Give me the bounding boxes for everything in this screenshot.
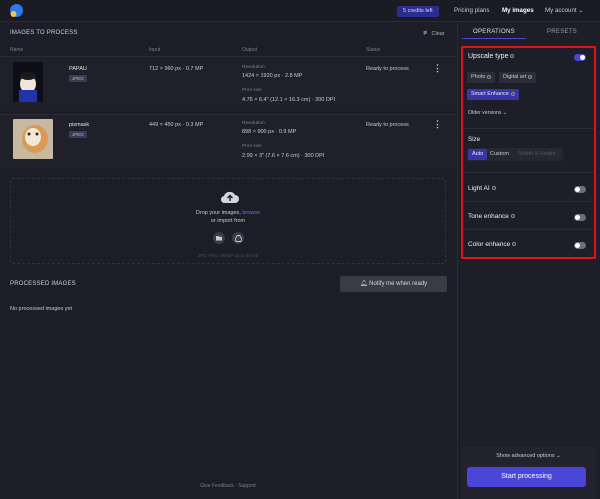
app-logo[interactable]: [9, 3, 24, 18]
cloud-upload-icon: [220, 191, 239, 204]
active-tab-indicator: [462, 38, 526, 39]
nav-my-account[interactable]: My account ⌄: [545, 7, 584, 14]
drop-text: Drop your images, browse: [195, 210, 261, 216]
print-size-label: Print size: [242, 144, 262, 149]
images-to-process-title: IMAGES TO PROCESS: [10, 30, 78, 36]
tone-enhance-label: Tone enhance: [468, 213, 515, 220]
no-processed-text: No processed images yet: [10, 306, 73, 312]
folder-icon: [216, 236, 222, 241]
divider: [463, 229, 594, 230]
column-input: Input: [149, 47, 161, 53]
input-info: 712 × 960 px · 0.7 MP: [149, 66, 204, 72]
top-bar: 5 credits left Pricing plans My images M…: [0, 0, 600, 22]
drive-import-button[interactable]: [232, 232, 244, 244]
info-icon: [487, 74, 492, 79]
clear-icon: ≢: [423, 30, 430, 37]
tab-operations[interactable]: OPERATIONS: [473, 29, 515, 35]
info-icon[interactable]: [510, 54, 515, 59]
info-icon[interactable]: [512, 242, 517, 247]
light-ai-label: Light AI: [468, 185, 496, 192]
format-badge: JPEG: [69, 75, 87, 82]
nav-pricing-plans[interactable]: Pricing plans: [454, 7, 489, 14]
print-size: 2.99 × 3" (7.6 × 7.6 cm) · 300 DPI: [242, 153, 325, 159]
image-thumbnail: [13, 62, 43, 102]
more-options-icon[interactable]: ⋮: [433, 120, 442, 129]
status-text: Ready to process: [366, 66, 409, 72]
nav-my-images[interactable]: My images: [502, 7, 534, 14]
color-enhance-toggle[interactable]: [574, 242, 586, 249]
light-ai-toggle[interactable]: [574, 186, 586, 193]
older-versions[interactable]: Older versions ⌄: [468, 110, 507, 116]
input-info: 449 × 450 px · 0.3 MP: [149, 122, 204, 128]
chevron-down-icon: ⌄: [556, 453, 561, 459]
start-processing-button[interactable]: Start processing: [467, 467, 586, 487]
image-name: pismask: [69, 122, 90, 128]
more-options-icon[interactable]: ⋮: [433, 64, 442, 73]
bell-icon: 🔔︎: [359, 281, 368, 287]
column-name: Name: [10, 47, 24, 53]
support-link[interactable]: Support: [238, 483, 256, 489]
print-size-label: Print size: [242, 88, 262, 93]
image-name: PAPAU: [69, 66, 87, 72]
feedback-link[interactable]: Give Feedback: [200, 483, 234, 489]
image-thumbnail: [13, 119, 53, 159]
divider: [463, 128, 594, 129]
type-smart-enhance[interactable]: Smart Enhance: [467, 89, 519, 100]
size-custom[interactable]: Custom: [486, 149, 513, 160]
output-resolution: 898 × 900 px · 0.9 MP: [242, 129, 297, 135]
divider: [463, 172, 594, 173]
folder-import-button[interactable]: [213, 232, 225, 244]
column-status: Status: [366, 47, 381, 53]
info-icon: [528, 74, 533, 79]
clear-button[interactable]: ≢ Clear: [423, 30, 445, 37]
table-row[interactable]: pismask JPEG 449 × 450 px · 0.3 MP Resol…: [0, 114, 456, 169]
upscale-type-label: Upscale type: [468, 53, 515, 60]
processed-images-title: PROCESSED IMAGES: [10, 281, 76, 287]
size-label: Size: [468, 136, 481, 143]
output-resolution: 1424 × 1920 px · 2.8 MP: [242, 73, 303, 79]
color-enhance-label: Color enhance: [468, 241, 517, 248]
table-row[interactable]: PAPAU JPEG 712 × 960 px · 0.7 MP Resolut…: [0, 56, 456, 111]
type-photo[interactable]: Photo: [467, 72, 496, 83]
status-text: Ready to process: [366, 122, 409, 128]
type-digital-art[interactable]: Digital art: [499, 72, 537, 83]
credits-badge[interactable]: 5 credits left: [397, 6, 439, 17]
import-text: or import from: [210, 218, 246, 224]
format-badge: JPEG: [69, 131, 87, 138]
notify-button[interactable]: 🔔︎ Notify me when ready: [340, 276, 447, 292]
resolution-label: Resolution: [242, 65, 265, 70]
resolution-label: Resolution: [242, 121, 265, 126]
show-advanced-options[interactable]: Show advanced options ⌄: [461, 453, 596, 459]
supported-formats: JPG, PNG, WebP up to 50 Mb: [197, 253, 259, 258]
chevron-down-icon: ⌄: [502, 110, 508, 116]
tone-enhance-toggle[interactable]: [574, 214, 586, 221]
divider: [463, 201, 594, 202]
chevron-down-icon: ⌄: [578, 7, 584, 14]
google-drive-icon: [234, 234, 242, 242]
size-width-height: Width & Height: [519, 151, 556, 157]
column-output: Output: [242, 47, 258, 53]
browse-link[interactable]: browse: [242, 210, 260, 216]
drop-zone[interactable]: Drop your images, browse or import from …: [10, 178, 446, 264]
size-auto[interactable]: Auto: [468, 149, 488, 160]
info-icon[interactable]: [491, 186, 496, 191]
info-icon[interactable]: [510, 214, 515, 219]
print-size: 4.75 × 6.4" (12.1 × 16.3 cm) · 300 DPI: [242, 97, 336, 103]
tab-presets[interactable]: PRESETS: [547, 29, 577, 35]
info-icon: [510, 91, 515, 96]
footer-links: Give Feedback · Support: [200, 483, 256, 489]
upscale-toggle[interactable]: [574, 54, 586, 61]
